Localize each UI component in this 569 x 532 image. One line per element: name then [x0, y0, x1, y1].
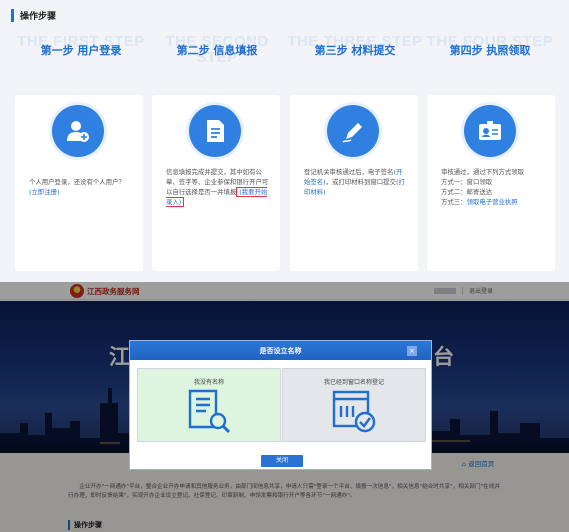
- section-header: 操作步骤: [11, 8, 56, 22]
- step-headings: THE FIRST STEP 第一步 用户登录 THE SECOND STEP …: [0, 30, 569, 80]
- register-link[interactable]: (立即注册): [29, 188, 60, 196]
- approved-form-icon: [332, 390, 376, 433]
- option-window-registered[interactable]: 我已经到窗口名称登记: [282, 368, 426, 442]
- step-label: 第一步 用户登录: [40, 44, 122, 57]
- step-card-license: 审核通过，通过下列方式领取 方式一：窗口领取 方式二：邮寄送达 方式三：领取电子…: [427, 95, 555, 271]
- pen-icon: [327, 105, 379, 157]
- dialog-header: 是否设立名称 ×: [130, 341, 431, 360]
- option-label: 我没有名称: [193, 379, 224, 386]
- section-title: 操作步骤: [20, 11, 57, 22]
- card-description-2: ，或打印材料到窗口提交: [325, 178, 396, 186]
- step-card-login: 个人用户登录，还没有个人用户？ (立即注册): [15, 95, 143, 271]
- step-heading-3: THE THREE STEP 第三步 材料提交: [286, 30, 424, 80]
- close-button[interactable]: 关闭: [261, 455, 303, 467]
- card-text: 登记机关审核通过后，电子签名(开始签名)，或打印材料到窗口提交(打印材料): [304, 167, 408, 197]
- option-label: 我已经到窗口名称登记: [323, 379, 384, 386]
- set-name-dialog: 是否设立名称 × 我没有名称 我已经到窗口名称登记 关闭: [129, 340, 432, 470]
- card-text: 审核通过，通过下列方式领取 方式一：窗口领取 方式二：邮寄送达 方式三：领取电子…: [441, 167, 545, 207]
- operation-steps-panel: 操作步骤 THE FIRST STEP 第一步 用户登录 THE SECOND …: [0, 0, 569, 282]
- card-line: 方式三：领取电子营业执照: [441, 197, 545, 207]
- card-line: 审核通过，通过下列方式领取: [441, 168, 525, 176]
- document-icon: [189, 105, 241, 157]
- step-card-submit-materials: 登记机关审核通过后，电子签名(开始签名)，或打印材料到窗口提交(打印材料): [290, 95, 418, 271]
- close-icon[interactable]: ×: [407, 346, 417, 356]
- card-description: 个人用户登录，还没有个人用户？: [29, 178, 125, 186]
- id-card-icon: [464, 105, 516, 157]
- step-heading-4: THE FOUR STEP 第四步 执照领取: [421, 30, 559, 80]
- option-no-name[interactable]: 我没有名称: [137, 368, 281, 442]
- dialog-title: 是否设立名称: [259, 347, 302, 355]
- step-label: 第三步 材料提交: [314, 44, 396, 57]
- card-text: 个人用户登录，还没有个人用户？ (立即注册): [29, 177, 133, 197]
- step-label: 第二步 信息填报: [176, 44, 258, 57]
- list-search-icon: [188, 389, 231, 434]
- step-heading-2: THE SECOND STEP 第二步 信息填报: [148, 30, 286, 80]
- step-card-fill-info: 信息填报完成并提交，其中如有公章、签字等、企业参保和银行开户可以自行选择是否一并…: [152, 95, 280, 271]
- user-add-icon: [52, 105, 104, 157]
- section-accent-bar: [11, 8, 14, 22]
- card-line: 方式一：窗口领取: [441, 178, 493, 186]
- card-text: 信息填报完成并提交，其中如有公章、签字等、企业参保和银行开户可以自行选择是否一并…: [166, 167, 270, 207]
- card-line-prefix: 方式三：: [441, 198, 467, 206]
- e-license-link[interactable]: 领取电子营业执照: [467, 198, 518, 206]
- card-description: 登记机关审核通过后，电子签名: [304, 168, 394, 176]
- step-heading-1: THE FIRST STEP 第一步 用户登录: [12, 30, 150, 80]
- step-label: 第四步 执照领取: [449, 44, 531, 57]
- card-line: 方式二：邮寄送达: [441, 188, 493, 196]
